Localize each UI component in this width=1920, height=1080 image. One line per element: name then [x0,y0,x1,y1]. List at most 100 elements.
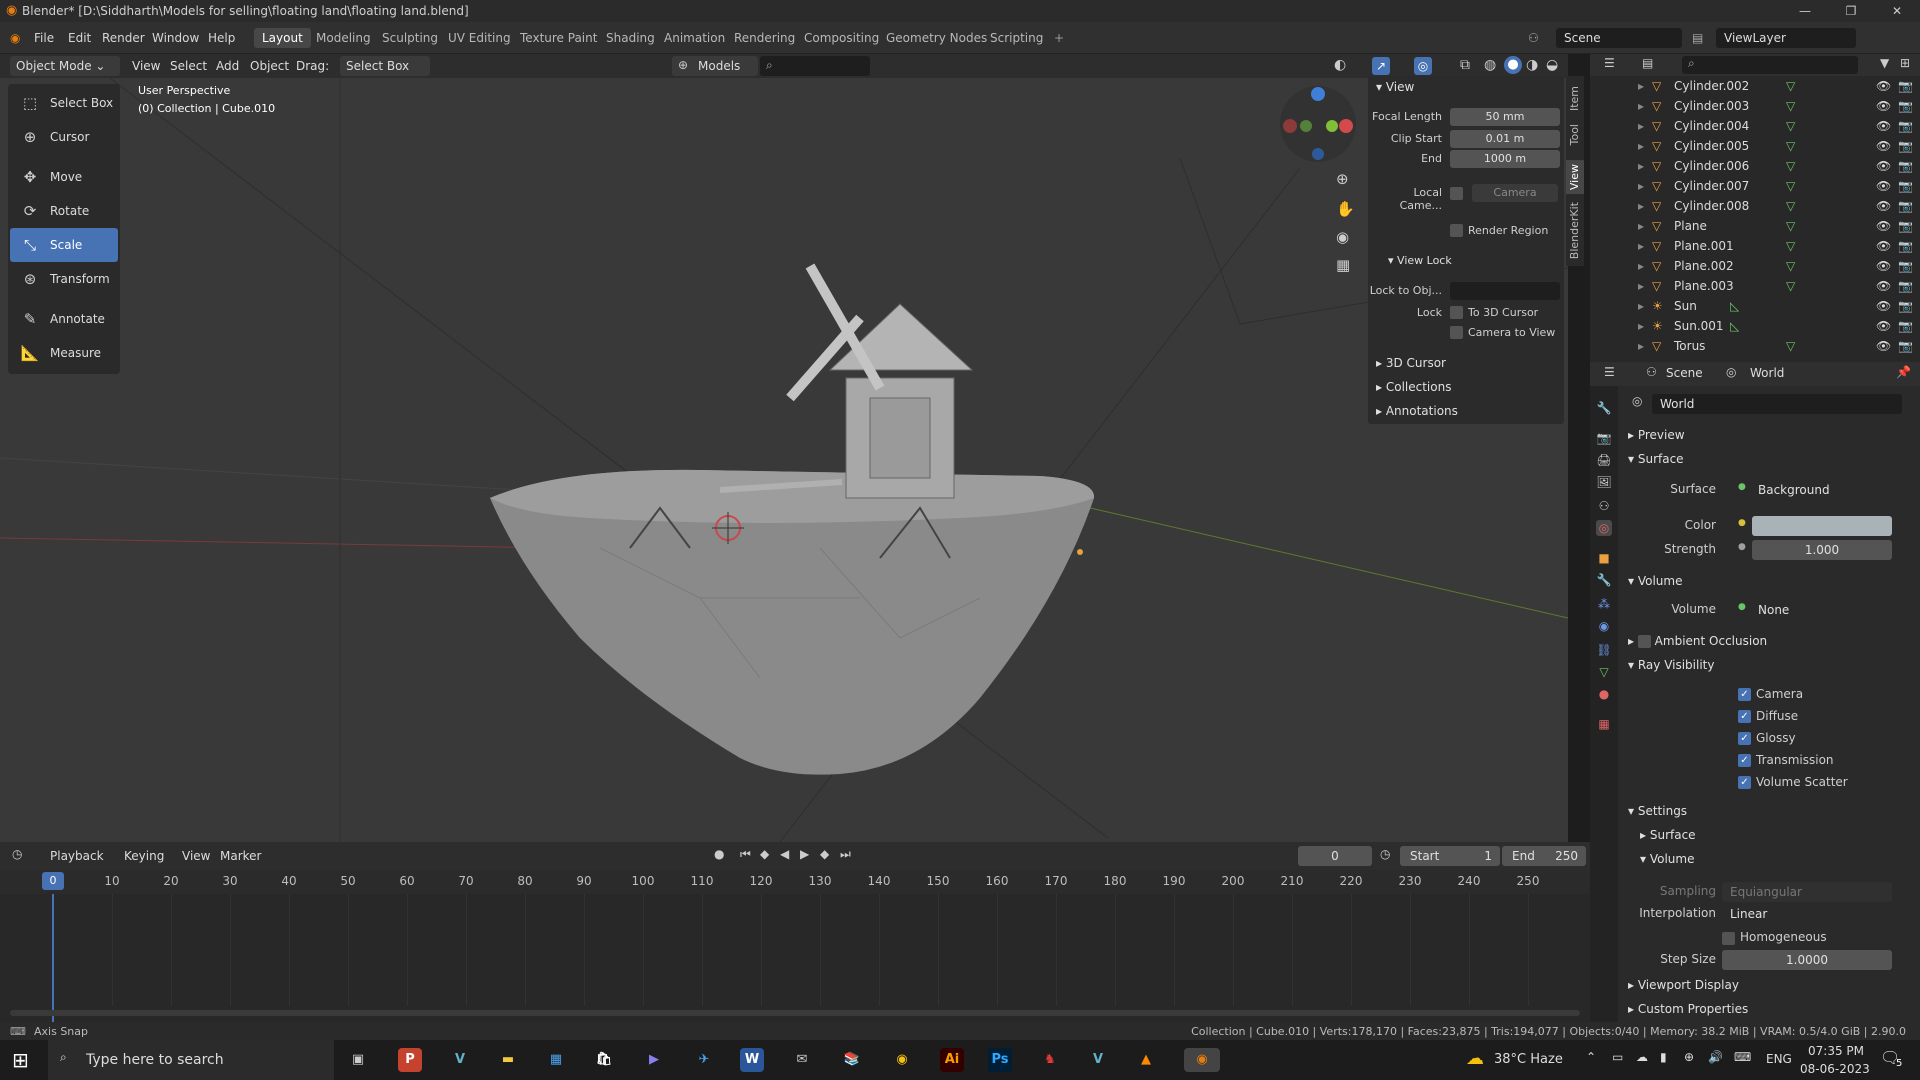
tray-cloud-icon[interactable]: ☁ [1636,1050,1648,1064]
constraints-tab-icon[interactable]: ⛓ [1596,642,1612,658]
viewlayer-selector[interactable]: ViewLayer [1716,28,1856,48]
mesh-data-icon[interactable]: ▽ [1786,196,1795,216]
app-icon-2[interactable]: ♞ [1038,1048,1062,1072]
tool-measure[interactable]: 📐 Measure [10,336,118,370]
expand-arrow-icon[interactable]: ▸ [1638,236,1644,256]
tab-scripting[interactable]: Scripting [982,28,1051,48]
tab-uv-editing[interactable]: UV Editing [440,28,519,48]
world-datablock-field[interactable]: World [1652,394,1902,414]
render-visibility-icon[interactable]: 📷 [1898,196,1913,216]
file-explorer-icon[interactable]: ▬ [496,1048,520,1072]
ray-visibility-checkbox[interactable]: ✓ [1738,776,1751,789]
local-camera-checkbox[interactable] [1450,187,1463,200]
mesh-data-icon[interactable]: ▽ [1786,276,1795,296]
outliner-row[interactable]: ▸ ☀ Sun ◺ 👁 📷 [1590,296,1920,316]
tool-rotate[interactable]: ⟳ Rotate [10,194,118,228]
viewport-display-section[interactable]: ▸ Viewport Display [1628,978,1739,992]
interpolation-dropdown[interactable]: Linear [1722,904,1892,924]
mesh-data-icon[interactable]: ▽ [1786,116,1795,136]
breadcrumb-world[interactable]: World [1750,366,1784,380]
perspective-grid-icon[interactable]: ▦ [1336,256,1350,274]
mesh-data-icon[interactable]: ▽ [1786,96,1795,116]
tab-animation[interactable]: Animation [656,28,733,48]
xray-icon[interactable]: ⧉ [1460,57,1470,73]
view-lock-header[interactable]: ▾ View Lock [1388,254,1452,267]
ray-visibility-section[interactable]: ▾ Ray Visibility [1628,658,1714,672]
camera-view-icon[interactable]: ◉ [1336,228,1349,246]
vectorize-icon[interactable]: V [448,1048,472,1072]
tab-compositing[interactable]: Compositing [796,28,887,48]
visibility-eye-icon[interactable]: 👁 [1876,216,1891,236]
taskbar-search-box[interactable]: ⌕ Type here to search [48,1040,334,1080]
expand-arrow-icon[interactable]: ▸ [1638,96,1644,116]
outliner-row[interactable]: ▸ ▽ Torus ▽ 👁 📷 [1590,336,1920,356]
particles-tab-icon[interactable]: ⁂ [1596,596,1612,612]
menu-render[interactable]: Render [102,22,145,54]
task-view-icon[interactable]: ▣ [346,1048,370,1072]
mesh-data-icon[interactable]: ▽ [1786,236,1795,256]
texture-tab-icon[interactable]: ▦ [1596,716,1612,732]
volume-section[interactable]: ▾ Volume [1628,574,1682,588]
outliner-row[interactable]: ▸ ▽ Cylinder.008 ▽ 👁 📷 [1590,196,1920,216]
view-section-header[interactable]: ▾ View [1376,80,1414,94]
keying-menu[interactable]: Keying [124,846,164,866]
data-tab-icon[interactable]: ▽ [1596,664,1612,680]
preview-section[interactable]: ▸ Preview [1628,428,1685,442]
media-icon[interactable]: ▶ [642,1048,666,1072]
outliner-row[interactable]: ▸ ▽ Plane ▽ 👁 📷 [1590,216,1920,236]
render-visibility-icon[interactable]: 📷 [1898,156,1913,176]
expand-arrow-icon[interactable]: ▸ [1638,116,1644,136]
tab-blenderkit[interactable]: BlenderKit [1568,202,1581,259]
outliner-row[interactable]: ▸ ▽ Cylinder.003 ▽ 👁 📷 [1590,96,1920,116]
lock-to-object-field[interactable] [1450,282,1560,300]
focal-length-field[interactable]: 50 mm [1450,108,1560,126]
clip-end-field[interactable]: 1000 m [1450,150,1560,168]
start-frame-field[interactable]: Start 1 [1400,846,1500,866]
language-indicator[interactable]: ENG [1766,1052,1792,1066]
display-mode-icon[interactable]: ▤ [1642,56,1653,70]
visibility-eye-icon[interactable]: 👁 [1876,316,1891,336]
ray-visibility-checkbox[interactable]: ✓ [1738,732,1751,745]
color-swatch[interactable] [1752,516,1892,536]
render-visibility-icon[interactable]: 📷 [1898,276,1913,296]
view-layer-tab-icon[interactable]: 🖼 [1596,474,1612,490]
books-icon[interactable]: 📚 [840,1048,864,1072]
homogeneous-checkbox[interactable] [1722,932,1735,945]
menu-edit[interactable]: Edit [68,22,91,54]
vectorize-icon-2[interactable]: V [1086,1048,1110,1072]
ray-visibility-checkbox[interactable]: ✓ [1738,754,1751,767]
menu-window[interactable]: Window [152,22,199,54]
expand-arrow-icon[interactable]: ▸ [1638,156,1644,176]
visibility-eye-icon[interactable]: 👁 [1876,196,1891,216]
powerpoint-icon[interactable]: P [398,1048,422,1072]
select-menu[interactable]: Select [170,56,207,76]
tab-geometry-nodes[interactable]: Geometry Nodes [878,28,995,48]
visibility-eye-icon[interactable]: 👁 [1876,236,1891,256]
expand-arrow-icon[interactable]: ▸ [1638,296,1644,316]
expand-arrow-icon[interactable]: ▸ [1638,276,1644,296]
render-tab-icon[interactable]: 📷 [1596,430,1612,446]
lock-3d-cursor-checkbox[interactable] [1450,306,1463,319]
calculator-icon[interactable]: ▦ [544,1048,568,1072]
view-menu[interactable]: View [132,56,160,76]
render-visibility-icon[interactable]: 📷 [1898,236,1913,256]
close-button[interactable]: ✕ [1874,0,1920,22]
outliner-row[interactable]: ▸ ▽ Cylinder.007 ▽ 👁 📷 [1590,176,1920,196]
menu-help[interactable]: Help [208,22,235,54]
ray-visibility-checkbox[interactable]: ✓ [1738,688,1751,701]
play-icon[interactable]: ▶ [800,847,809,861]
visibility-eye-icon[interactable]: 👁 [1876,256,1891,276]
visibility-eye-icon[interactable]: 👁 [1876,96,1891,116]
outliner-row[interactable]: ▸ ▽ Cylinder.002 ▽ 👁 📷 [1590,76,1920,96]
models-search[interactable] [760,56,870,76]
tool-transform[interactable]: ⊛ Transform [10,262,118,296]
marker-menu[interactable]: Marker [220,846,261,866]
store-icon[interactable]: 🛍 [592,1048,616,1072]
tab-item[interactable]: Item [1568,86,1581,111]
chrome-icon[interactable]: ◉ [890,1048,914,1072]
current-frame-field[interactable]: 0 [1298,846,1372,866]
mesh-data-icon[interactable]: ▽ [1786,216,1795,236]
3d-viewport[interactable]: User Perspective (0) Collection | Cube.0… [0,78,1568,842]
material-shading-icon[interactable]: ◑ [1526,57,1538,73]
photoshop-icon[interactable]: Ps [988,1048,1012,1072]
